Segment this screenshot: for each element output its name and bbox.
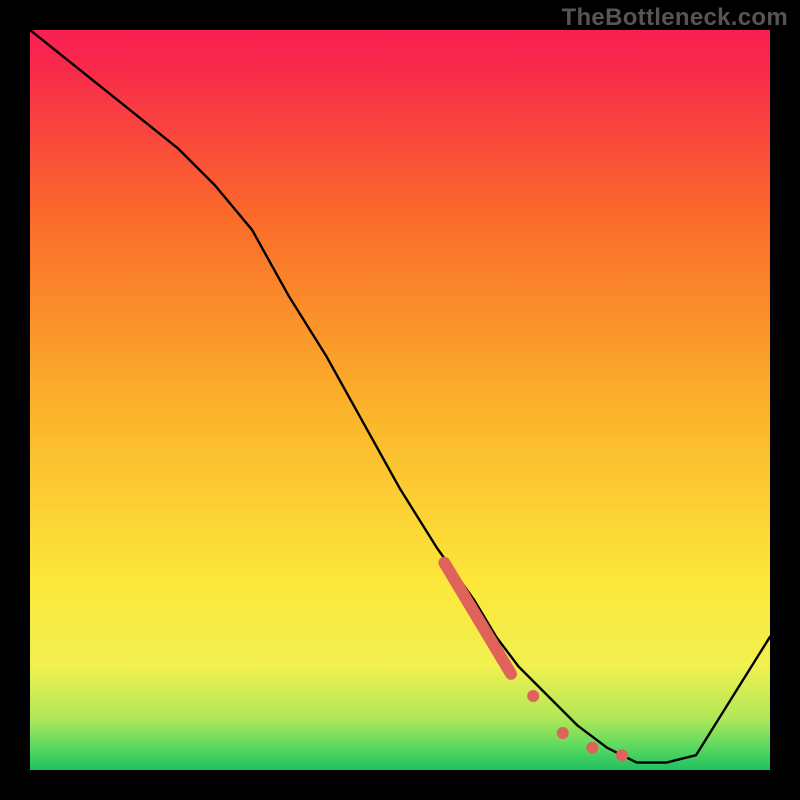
- marker-dot-3: [586, 742, 598, 754]
- marker-dot-4: [616, 749, 628, 761]
- chart-svg: [30, 30, 770, 770]
- line-series-curve: [30, 30, 770, 763]
- watermark-text: TheBottleneck.com: [562, 4, 788, 32]
- chart-plot-area: [30, 30, 770, 770]
- marker-dot-1: [527, 690, 539, 702]
- marker-dot-2: [557, 727, 569, 739]
- marker-streak: [444, 563, 511, 674]
